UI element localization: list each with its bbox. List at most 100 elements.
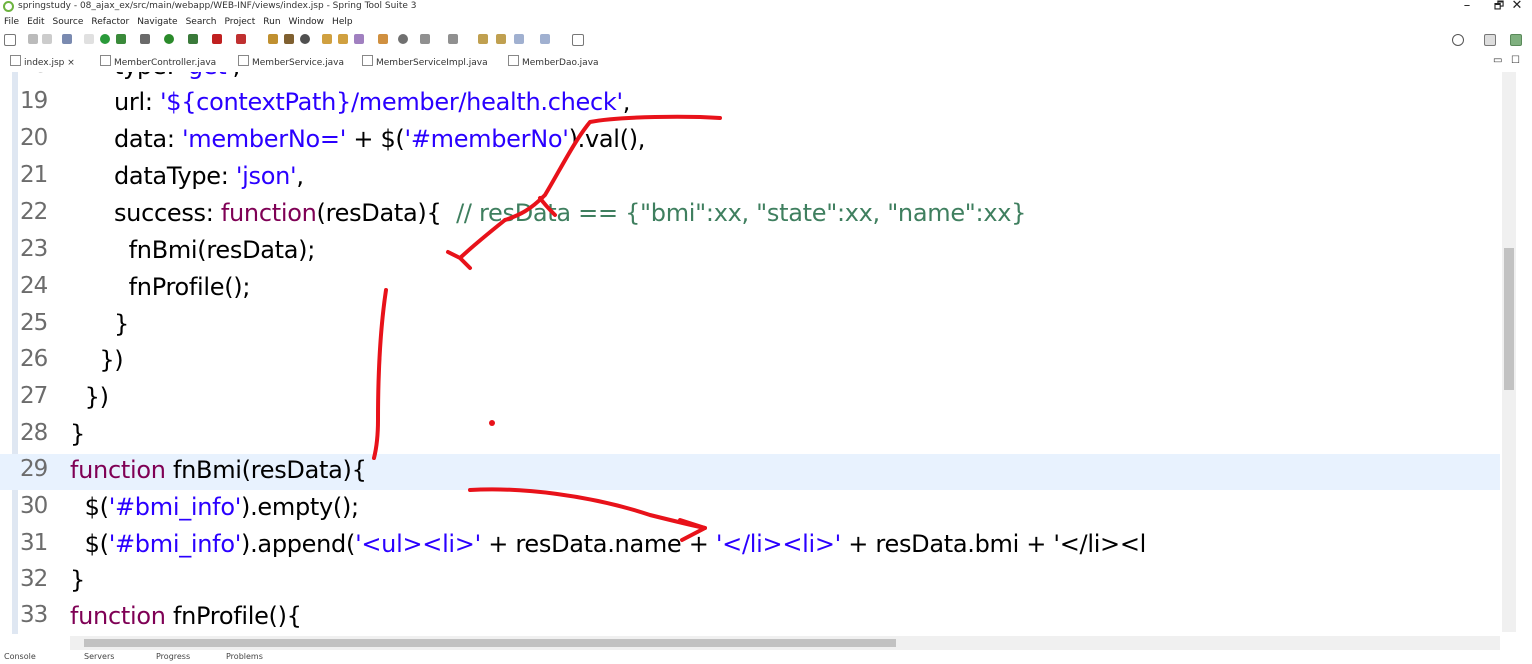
code-text: fnProfile(); — [70, 273, 251, 301]
prev-annotation-icon[interactable] — [448, 34, 458, 44]
minimize-editor-icon[interactable]: ▭ — [1493, 55, 1502, 66]
line-number: 21 — [20, 162, 48, 188]
code-text: data: 'memberNo=' + $('#memberNo').val()… — [70, 125, 646, 153]
tab-console[interactable]: Console — [4, 652, 36, 661]
save-all-icon[interactable] — [42, 34, 52, 44]
menu-edit[interactable]: Edit — [23, 15, 48, 29]
stop-icon[interactable] — [212, 34, 222, 44]
code-line[interactable]: 20 data: 'memberNo=' + $('#memberNo').va… — [0, 123, 1500, 159]
search-icon[interactable] — [1452, 34, 1464, 46]
task-icon[interactable] — [378, 34, 388, 44]
code-text: }) — [70, 383, 109, 411]
file-icon — [508, 55, 519, 66]
terminal-icon[interactable] — [62, 34, 72, 44]
menu-refactor[interactable]: Refactor — [87, 15, 133, 29]
code-line[interactable]: 27 }) — [0, 381, 1500, 417]
line-number: 20 — [20, 125, 48, 151]
search-toolbar-icon[interactable] — [398, 34, 408, 44]
debug-icon[interactable] — [140, 34, 150, 44]
tab-index-jsp[interactable]: index.jsp × — [10, 55, 75, 70]
line-number: 22 — [20, 199, 48, 225]
pin-editor-icon[interactable] — [572, 34, 584, 46]
tab-memberservice[interactable]: MemberService.java — [238, 55, 344, 70]
scrollbar-thumb[interactable] — [84, 639, 896, 647]
line-number: 28 — [20, 420, 48, 446]
open-perspective-icon[interactable] — [1484, 34, 1496, 46]
tab-problems[interactable]: Problems — [226, 652, 263, 661]
code-line[interactable]: 32} — [0, 564, 1500, 600]
open-project-icon[interactable] — [338, 34, 348, 44]
menu-file[interactable]: File — [0, 15, 23, 29]
save-icon[interactable] — [28, 34, 38, 44]
horizontal-scrollbar[interactable] — [70, 636, 1500, 650]
pencil-icon[interactable] — [354, 34, 364, 44]
code-line[interactable]: 22 success: function(resData){ // resDat… — [0, 197, 1500, 233]
close-button[interactable]: ✕ — [1502, 0, 1532, 14]
tab-memberdao[interactable]: MemberDao.java — [508, 55, 599, 70]
scrollbar-thumb[interactable] — [1504, 248, 1514, 390]
line-number: 27 — [20, 383, 48, 409]
new-icon[interactable] — [4, 34, 16, 46]
code-text: } — [70, 566, 85, 594]
code-line-current[interactable]: 29 function fnBmi(resData){ — [0, 454, 1500, 490]
tab-servers[interactable]: Servers — [84, 652, 114, 661]
line-number: 18 — [20, 72, 48, 78]
file-icon — [362, 55, 373, 66]
code-line[interactable]: 28} — [0, 418, 1500, 454]
spring-perspective-icon[interactable] — [1510, 34, 1522, 46]
code-text: success: function(resData){ // resData =… — [70, 199, 1027, 227]
refresh-icon[interactable] — [116, 34, 126, 44]
code-line[interactable]: 18 type: 'get', — [0, 72, 1500, 86]
tab-membercontroller[interactable]: MemberController.java — [100, 55, 216, 70]
tab-memberserviceimpl[interactable]: MemberServiceImpl.java — [362, 55, 488, 70]
code-line[interactable]: 21 dataType: 'json', — [0, 160, 1500, 196]
minimize-button[interactable]: – — [1452, 0, 1482, 14]
file-icon — [238, 55, 249, 66]
line-number: 32 — [20, 566, 48, 592]
tab-close-icon[interactable]: × — [67, 58, 75, 68]
code-text: function fnBmi(resData){ — [70, 456, 367, 484]
code-line[interactable]: 31 $('#bmi_info').append('<ul><li>' + re… — [0, 528, 1500, 564]
menu-window[interactable]: Window — [285, 15, 329, 29]
code-line[interactable]: 25 } — [0, 308, 1500, 344]
run-config-icon[interactable] — [188, 34, 198, 44]
code-line[interactable]: 23 fnBmi(resData); — [0, 234, 1500, 270]
menu-help[interactable]: Help — [328, 15, 357, 29]
code-line[interactable]: 33 function fnProfile(){ — [0, 600, 1500, 634]
code-line[interactable]: 24 fnProfile(); — [0, 271, 1500, 307]
code-text: $('#bmi_info').empty(); — [70, 493, 359, 521]
maximize-editor-icon[interactable]: ☐ — [1511, 55, 1520, 66]
next-annotation-icon[interactable] — [420, 34, 430, 44]
server-icon[interactable] — [236, 34, 246, 44]
new-class-icon[interactable] — [284, 34, 294, 44]
menu-navigate[interactable]: Navigate — [133, 15, 181, 29]
tab-progress[interactable]: Progress — [156, 652, 190, 661]
menu-bar: File Edit Source Refactor Navigate Search Proj… — [0, 15, 1532, 29]
code-text: url: '${contextPath}/member/health.check… — [70, 88, 631, 116]
menu-run[interactable]: Run — [259, 15, 284, 29]
forward-arrow-icon[interactable] — [540, 34, 550, 44]
back-icon[interactable] — [478, 34, 488, 44]
menu-search[interactable]: Search — [182, 15, 221, 29]
forward-edit-icon[interactable] — [496, 34, 506, 44]
open-folder-icon[interactable] — [322, 34, 332, 44]
file-icon — [10, 55, 21, 66]
line-number: 19 — [20, 88, 48, 114]
spring-logo-icon — [3, 1, 14, 12]
skip-icon[interactable] — [84, 34, 94, 44]
menu-project[interactable]: Project — [220, 15, 259, 29]
spring-boot-icon[interactable] — [100, 34, 110, 44]
run-icon[interactable] — [164, 34, 174, 44]
tab-label: MemberServiceImpl.java — [376, 58, 488, 68]
open-type-icon[interactable] — [300, 34, 310, 44]
tab-label: MemberDao.java — [522, 58, 599, 68]
back-arrow-icon[interactable] — [514, 34, 524, 44]
code-line[interactable]: 19 url: '${contextPath}/member/health.ch… — [0, 86, 1500, 122]
code-line[interactable]: 30 $('#bmi_info').empty(); — [0, 491, 1500, 527]
vertical-scrollbar[interactable] — [1502, 72, 1516, 632]
menu-source[interactable]: Source — [49, 15, 88, 29]
code-line[interactable]: 26 }) — [0, 344, 1500, 380]
new-package-icon[interactable] — [268, 34, 278, 44]
line-number: 24 — [20, 273, 48, 299]
code-editor[interactable]: 18 type: 'get', 19 url: '${contextPath}/… — [0, 72, 1532, 634]
